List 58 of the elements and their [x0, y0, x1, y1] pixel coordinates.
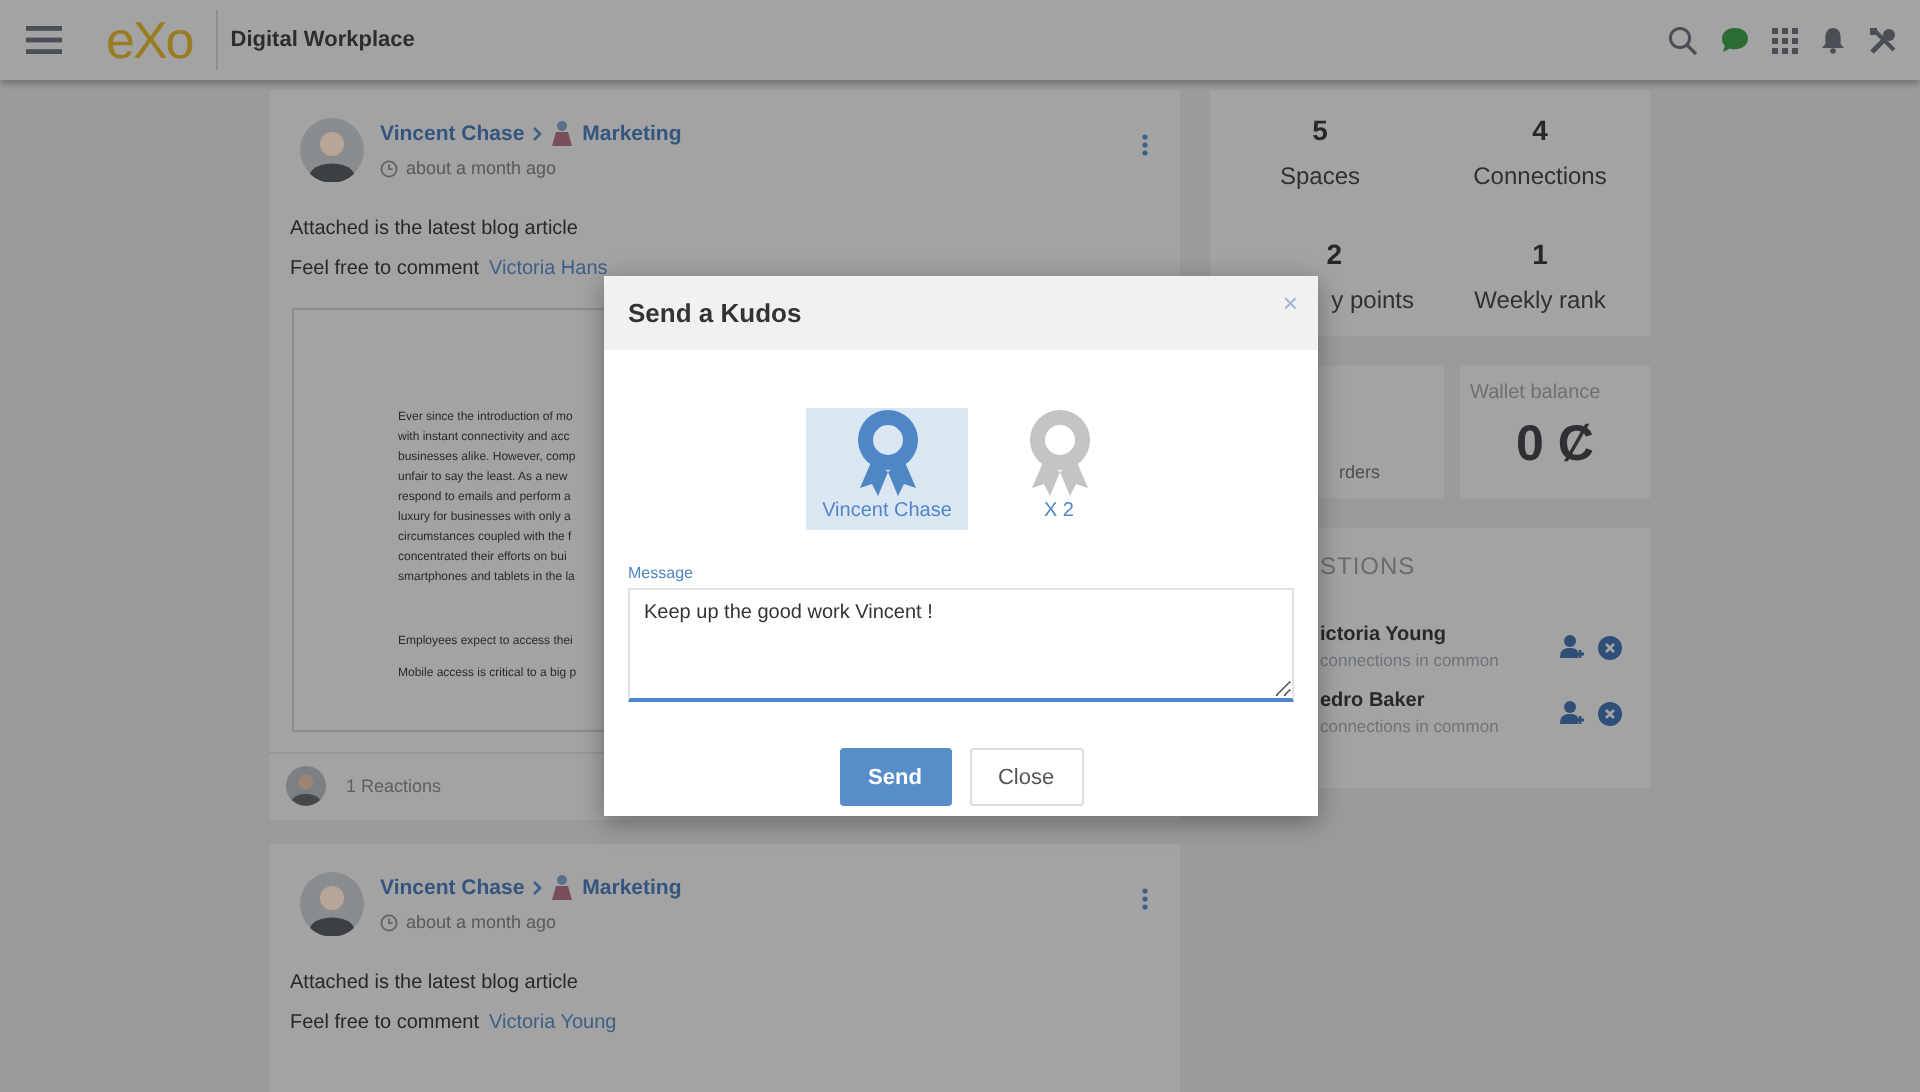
space-icon — [550, 120, 575, 148]
avatar[interactable] — [300, 118, 364, 182]
post-text: Attached is the latest blog article — [290, 218, 580, 240]
avatar[interactable] — [286, 766, 326, 806]
stat-label[interactable]: Spaces — [1279, 162, 1361, 190]
chevron-right-icon — [532, 126, 543, 142]
person-name[interactable]: edro Baker — [1320, 690, 1499, 712]
space-link[interactable]: Marketing — [582, 122, 682, 146]
close-icon[interactable] — [1598, 701, 1622, 725]
send-button[interactable]: Send — [839, 748, 951, 806]
suggestions-title: STIONS — [1320, 552, 1418, 580]
mention-link[interactable]: Victoria Young — [488, 1012, 617, 1034]
kudos-option[interactable]: Vincent Chase — [806, 408, 968, 530]
author-link[interactable]: Vincent Chase — [380, 122, 525, 146]
chevron-right-icon — [532, 880, 543, 896]
site-title: Digital Workplace — [230, 28, 415, 52]
close-button[interactable]: Close — [969, 748, 1083, 806]
post-time: about a month ago — [406, 912, 557, 932]
person-name[interactable]: ictoria Young — [1320, 624, 1499, 646]
stat-label[interactable]: y points — [1331, 285, 1414, 313]
wallet-amount: 0 Ȼ — [1514, 416, 1596, 474]
stat-value[interactable]: 4 — [1532, 114, 1548, 146]
post-time: about a month ago — [406, 158, 557, 178]
more-options-icon[interactable] — [1142, 888, 1148, 910]
menu-icon[interactable] — [26, 26, 62, 54]
message-field[interactable]: Keep up the good work Vincent ! — [628, 588, 1294, 702]
space-link[interactable]: Marketing — [582, 876, 682, 900]
award-ribbon-icon — [1025, 408, 1093, 500]
stat-value[interactable]: 2 — [1326, 237, 1414, 269]
tools-icon[interactable] — [1868, 25, 1898, 55]
wallet-label: Wallet balance — [1470, 382, 1603, 404]
dialog-title: Send a Kudos — [628, 298, 802, 328]
stat-label[interactable]: Weekly rank — [1474, 285, 1606, 313]
stat-label[interactable]: Connections — [1473, 162, 1607, 190]
chat-bubble-icon[interactable] — [1720, 26, 1750, 54]
clock-icon — [380, 159, 398, 177]
space-icon — [550, 874, 575, 902]
mention-link[interactable]: Victoria Hans — [488, 258, 608, 280]
field-label: Message — [628, 564, 695, 582]
orders-label[interactable]: rders — [1338, 462, 1380, 482]
more-options-icon[interactable] — [1142, 134, 1148, 156]
kudos-option[interactable]: X 2 — [978, 408, 1140, 530]
stat-value[interactable]: 5 — [1312, 114, 1328, 146]
clock-icon — [380, 913, 398, 931]
reactions-count[interactable]: 1 Reactions — [346, 776, 442, 796]
apps-grid-icon[interactable] — [1772, 27, 1798, 53]
search-icon[interactable] — [1668, 25, 1698, 55]
post-text: Attached is the latest blog article — [290, 972, 580, 994]
add-user-icon[interactable] — [1560, 634, 1586, 660]
author-link[interactable]: Vincent Chase — [380, 876, 525, 900]
award-ribbon-icon — [853, 408, 921, 500]
post-text: Feel free to comment — [290, 1012, 479, 1034]
add-user-icon[interactable] — [1560, 700, 1586, 726]
close-icon[interactable] — [1598, 635, 1622, 659]
post-text: Feel free to comment — [290, 258, 479, 280]
stat-value[interactable]: 1 — [1532, 237, 1548, 269]
avatar[interactable] — [300, 872, 364, 936]
bell-icon[interactable] — [1820, 26, 1846, 54]
